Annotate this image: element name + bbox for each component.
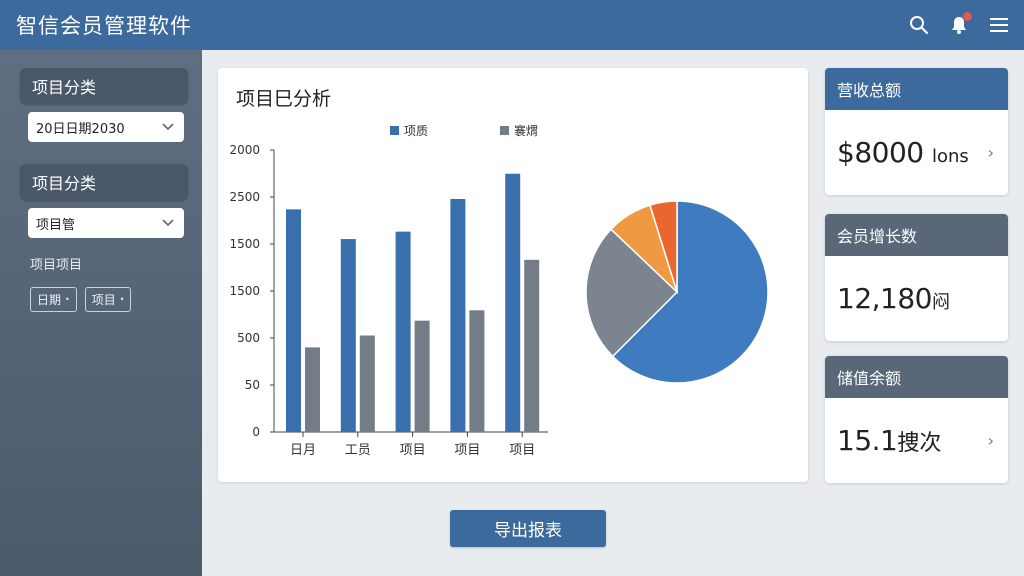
chevron-right-icon[interactable]: › [988, 143, 994, 162]
sidebar-heading-category-2: 项目分类 [20, 164, 188, 200]
bell-icon[interactable] [948, 10, 972, 40]
notification-badge [963, 12, 972, 21]
kpi-card-value-group: $8000 lons [837, 136, 969, 169]
kpi-card-body: $8000 lons › [825, 110, 1008, 195]
kpi-card-title: 营收总额 [825, 68, 1008, 110]
top-icons [908, 10, 1010, 40]
kpi-card-revenue[interactable]: 营收总额 $8000 lons › [825, 68, 1008, 195]
menu-icon[interactable] [988, 10, 1010, 40]
date-select[interactable]: 20日日期2030 [28, 112, 184, 142]
project-select-value: 项目管 [36, 217, 76, 233]
kpi-card-unit: lons [931, 146, 969, 167]
sidebar: 项目分类 20日日期2030 项目分类 项目管 项目项目 日期 • 项目 • [0, 50, 202, 576]
app-title: 智信会员管理软件 [16, 14, 192, 38]
dropdown-dot-icon: • [119, 295, 125, 304]
analysis-panel: 项目巳分析 0 50 500 1500 1500 2500 2000 日月 工员 项目 项目 项目 项质… [218, 68, 808, 482]
dropdown-dot-icon: • [65, 295, 70, 304]
kpi-card-value: $8000 [837, 136, 932, 169]
filter-label: 项目项目 [30, 258, 83, 273]
filter-tag-label: 项目 [91, 293, 116, 307]
kpi-card-value: 15.1 [837, 424, 898, 457]
kpi-card-body: 12,180闷 [825, 256, 1008, 341]
kpi-card-unit: 闷 [931, 292, 950, 313]
project-select[interactable]: 项目管 [28, 208, 184, 238]
kpi-card-stored-balance[interactable]: 储值余额 15.1捜次 › [825, 356, 1008, 483]
export-report-button[interactable]: 导出报表 [450, 510, 606, 547]
kpi-card-value-group: 15.1捜次 [837, 424, 941, 457]
filter-tags: 日期 • 项目 • [30, 287, 188, 312]
kpi-card-member-growth[interactable]: 会员增长数 12,180闷 [825, 214, 1008, 341]
filter-tag-project[interactable]: 项目 • [84, 287, 132, 312]
chevron-down-icon [162, 216, 174, 231]
chevron-right-icon[interactable]: › [988, 431, 994, 450]
date-select-value: 20日日期2030 [36, 121, 125, 137]
kpi-card-value: 12,180 [837, 282, 932, 315]
kpi-card-body: 15.1捜次 › [825, 398, 1008, 483]
kpi-card-title: 会员增长数 [825, 214, 1008, 256]
kpi-card-unit: 捜次 [897, 431, 942, 456]
filter-tag-label: 日期 [37, 293, 62, 307]
pie-chart [585, 200, 769, 384]
filter-tag-date[interactable]: 日期 • [30, 287, 77, 312]
top-bar: 智信会员管理软件 [0, 0, 1024, 50]
chevron-down-icon [162, 120, 174, 135]
sidebar-heading-category: 项目分类 [20, 68, 188, 104]
kpi-card-value-group: 12,180闷 [837, 282, 950, 315]
search-icon[interactable] [908, 10, 930, 40]
kpi-card-title: 储值余额 [825, 356, 1008, 398]
